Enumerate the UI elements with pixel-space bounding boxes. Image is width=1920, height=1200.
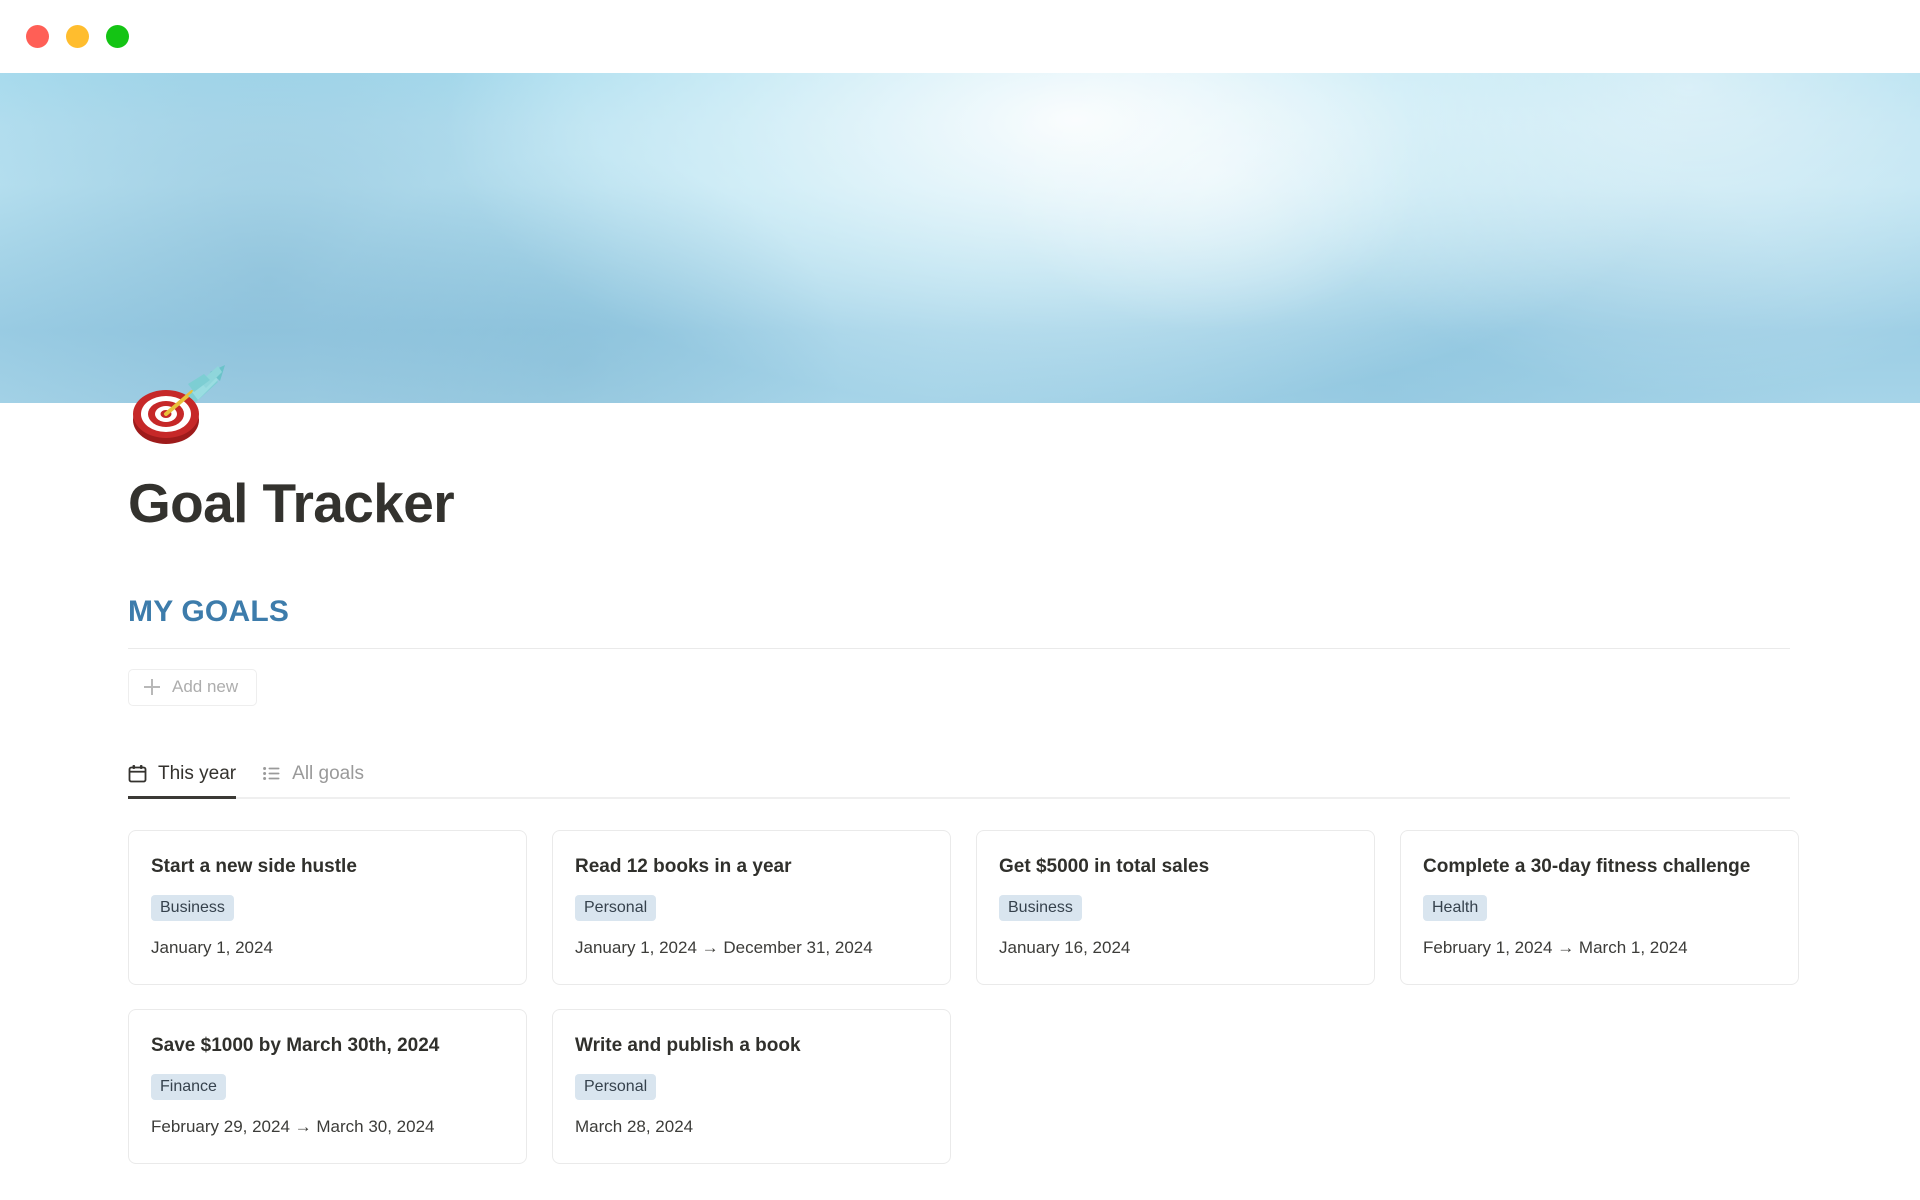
tab-this-year-label: This year — [158, 762, 237, 784]
goal-card[interactable]: Start a new side hustle Business January… — [128, 829, 527, 986]
goal-tag[interactable]: Business — [151, 894, 234, 922]
goal-title: Write and publish a book — [575, 1035, 801, 1057]
tabs-divider — [128, 796, 1790, 799]
goal-title: Save $1000 by March 30th, 2024 — [151, 1035, 440, 1057]
maximize-window-button[interactable] — [106, 25, 129, 48]
goal-title: Complete a 30-day fitness challenge — [1423, 855, 1751, 877]
plus-icon — [144, 679, 160, 696]
window-titlebar — [0, 0, 1920, 73]
goal-tag[interactable]: Business — [999, 894, 1082, 922]
goal-date: March 28, 2024 — [575, 1117, 694, 1137]
goal-card[interactable]: Save $1000 by March 30th, 2024 Finance F… — [128, 1009, 527, 1165]
calendar-icon — [128, 764, 147, 783]
app-window: Goal Tracker MY GOALS Add new This year … — [0, 0, 1920, 1200]
goal-title: Start a new side hustle — [151, 855, 357, 877]
goal-title: Get $5000 in total sales — [999, 855, 1210, 877]
goal-tag[interactable]: Personal — [575, 1073, 657, 1101]
goal-card-grid: Start a new side hustle Business January… — [128, 829, 1799, 1165]
goal-card[interactable]: Complete a 30-day fitness challenge Heal… — [1400, 829, 1799, 986]
close-window-button[interactable] — [26, 25, 49, 48]
section-heading-my-goals: MY GOALS — [128, 594, 290, 628]
dart-target-icon[interactable] — [130, 362, 226, 446]
goal-card[interactable]: Read 12 books in a year Personal January… — [552, 829, 951, 986]
goal-tag[interactable]: Finance — [151, 1073, 226, 1101]
add-new-button[interactable]: Add new — [128, 668, 258, 706]
goal-tag[interactable]: Personal — [575, 894, 657, 922]
goal-card[interactable]: Write and publish a book Personal March … — [552, 1009, 951, 1165]
goal-date: February 1, 2024 → March 1, 2024 — [1423, 938, 1688, 958]
goal-card[interactable]: Get $5000 in total sales Business Januar… — [976, 829, 1375, 986]
page-cover-banner — [0, 73, 1920, 403]
goal-date: January 1, 2024 → December 31, 2024 — [575, 938, 873, 958]
goal-date: January 1, 2024 — [151, 938, 273, 958]
goal-title: Read 12 books in a year — [575, 855, 792, 877]
goal-date: February 29, 2024 → March 30, 2024 — [151, 1117, 435, 1137]
goal-date: January 16, 2024 — [999, 938, 1131, 958]
page-content: Goal Tracker MY GOALS Add new This year … — [0, 403, 1920, 1200]
tab-all-goals-label: All goals — [292, 762, 364, 784]
view-tabs: This year All goals — [128, 763, 1790, 799]
section-divider — [128, 647, 1790, 649]
tab-all-goals[interactable]: All goals — [262, 763, 364, 799]
list-icon — [262, 764, 281, 783]
goal-tag[interactable]: Health — [1423, 894, 1488, 922]
add-new-label: Add new — [172, 677, 239, 697]
tab-this-year[interactable]: This year — [128, 762, 237, 799]
minimize-window-button[interactable] — [66, 25, 89, 48]
traffic-light-group — [26, 25, 129, 48]
page-title: Goal Tracker — [128, 472, 455, 534]
